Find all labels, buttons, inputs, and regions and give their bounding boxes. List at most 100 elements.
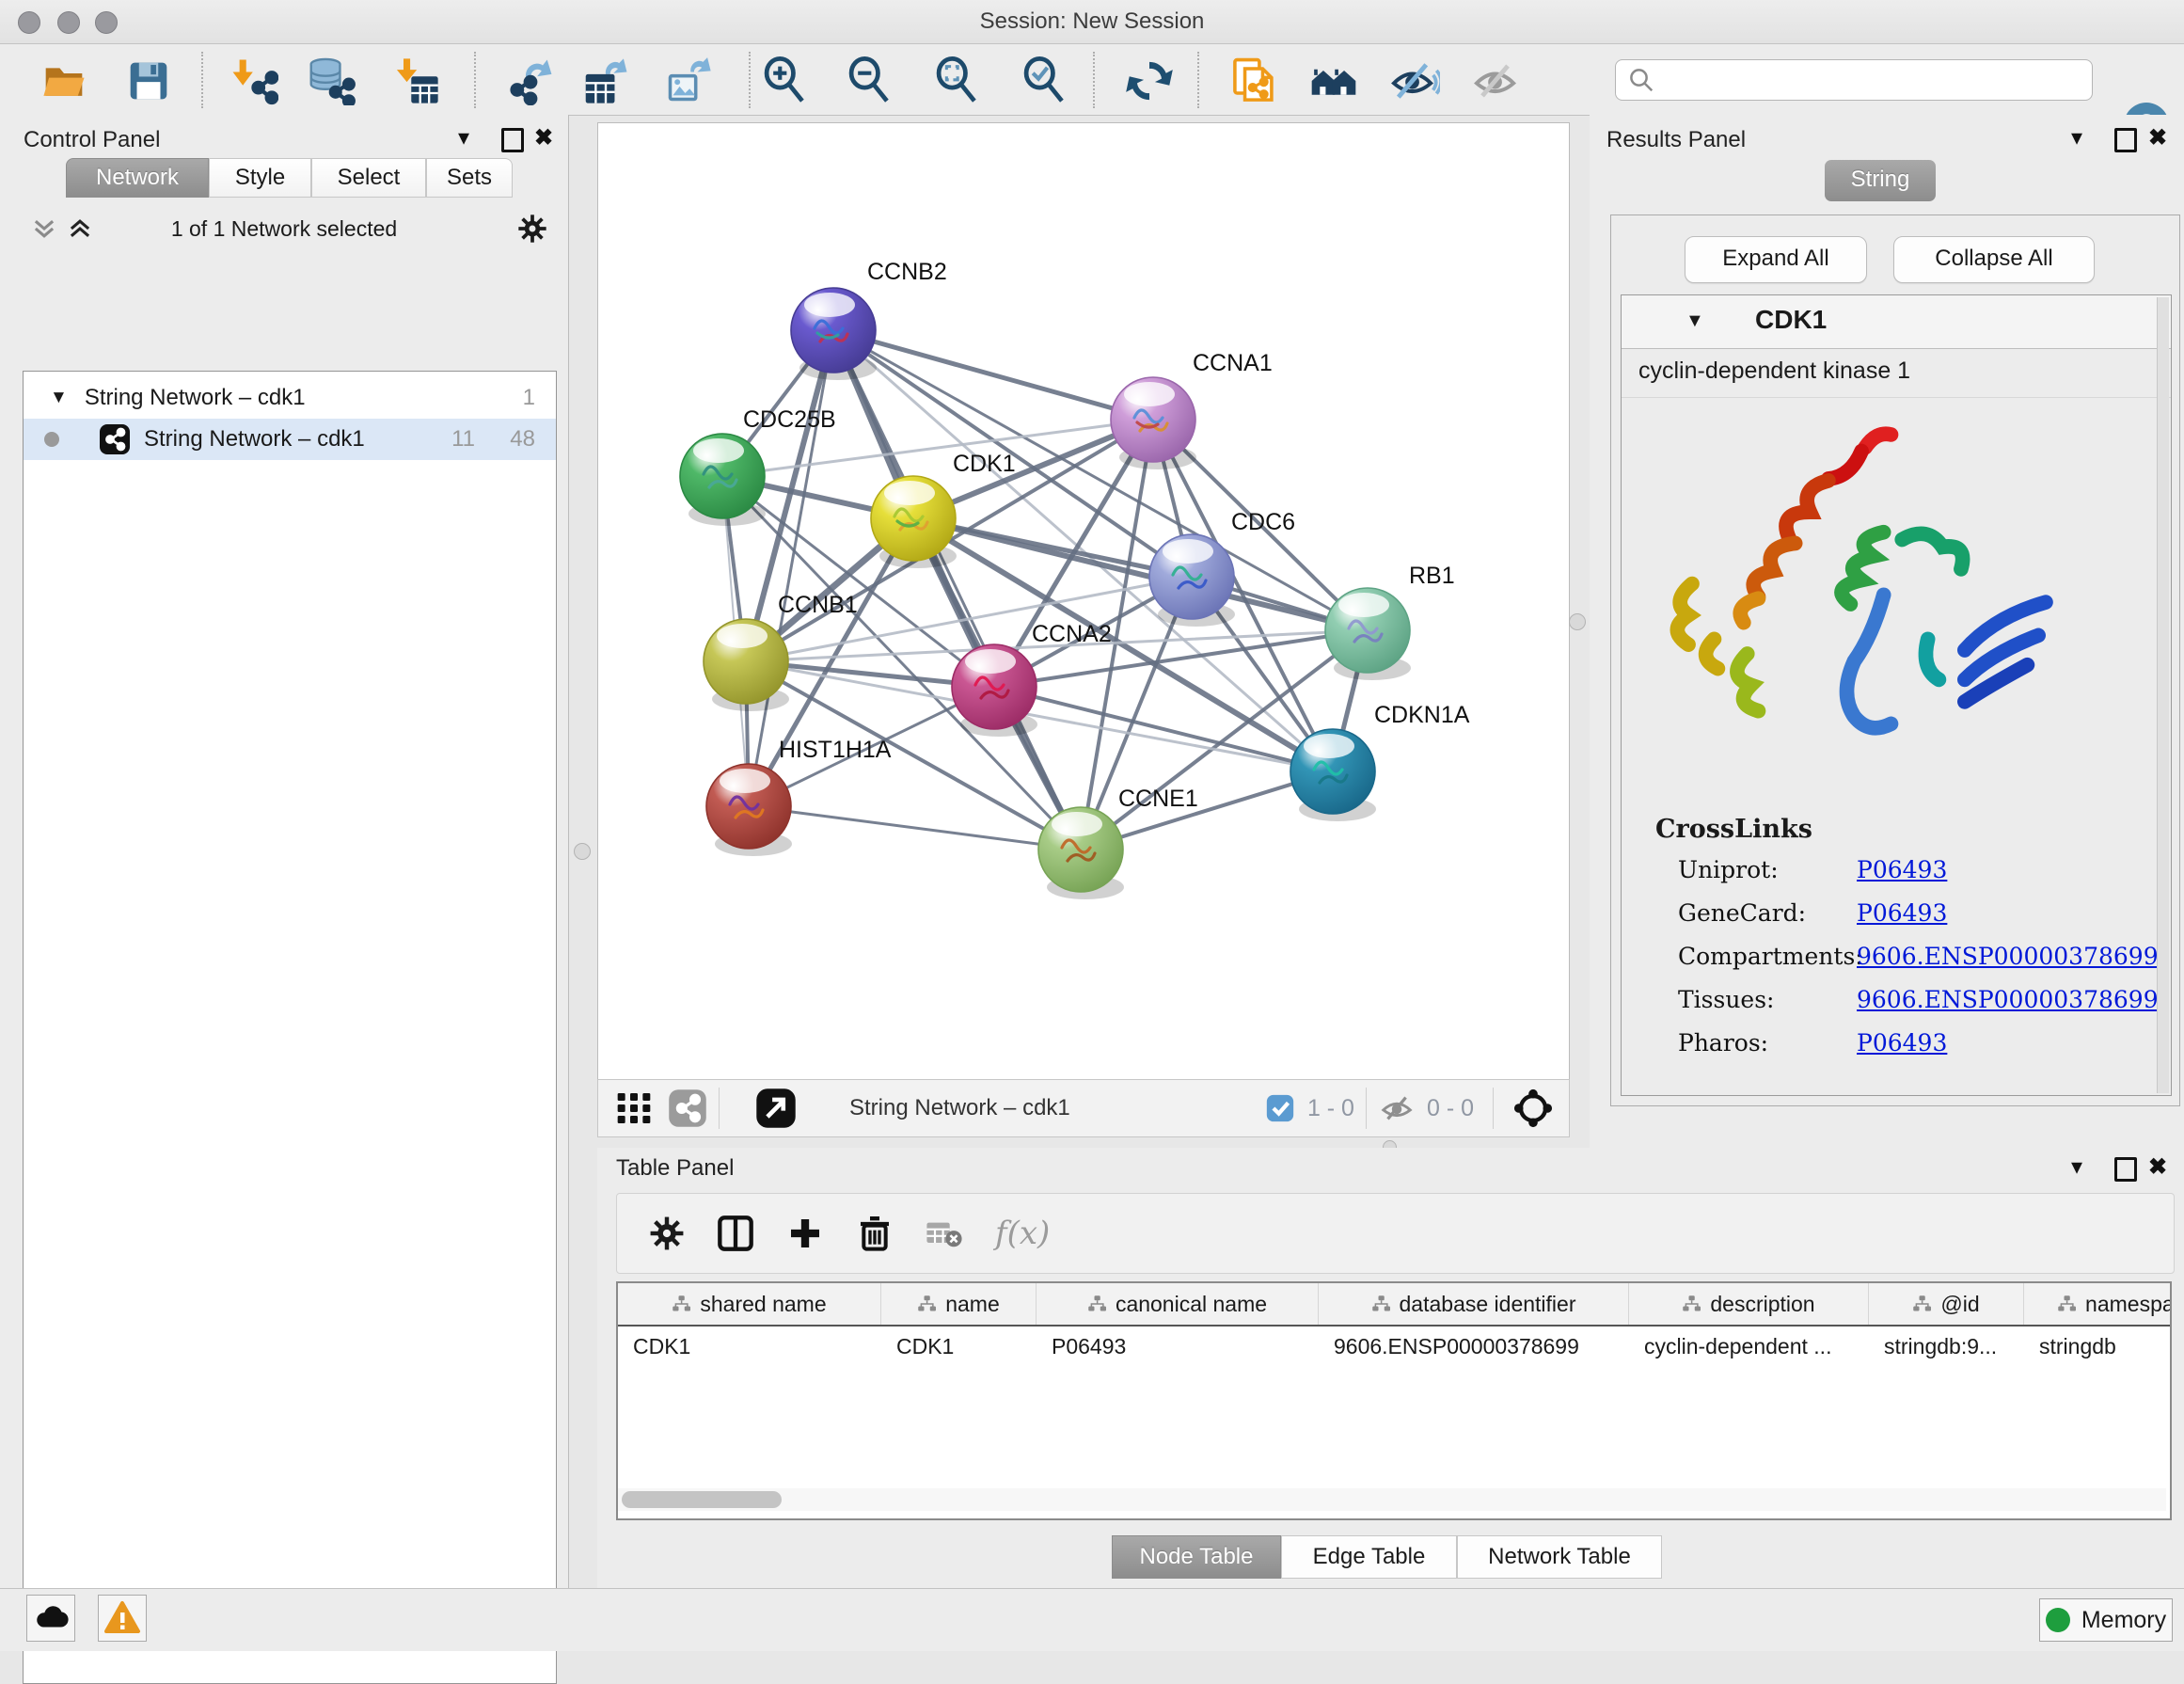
open-session-button[interactable] — [38, 56, 90, 105]
delete-table-button[interactable] — [926, 1215, 963, 1252]
window-title: Session: New Session — [0, 8, 2184, 35]
network-graph[interactable]: CCNB2CCNA1CDC25BCDK1CDC6RB1CCNB1CCNA2CDK… — [598, 123, 1567, 1077]
add-column-button[interactable] — [786, 1215, 824, 1252]
selected-checkbox-icon[interactable] — [1264, 1092, 1296, 1124]
tab-node-table[interactable]: Node Table — [1112, 1535, 1281, 1579]
grid-view-icon[interactable] — [615, 1089, 653, 1127]
columns-icon — [717, 1215, 754, 1252]
save-session-button[interactable] — [122, 56, 175, 105]
node-highlight — [720, 769, 770, 793]
warning-status-button[interactable] — [98, 1595, 147, 1642]
show-all-button[interactable] — [1471, 56, 1524, 105]
crosslink-link[interactable]: P06493 — [1857, 1029, 1947, 1056]
network-edge[interactable] — [749, 806, 1081, 850]
export-table-button[interactable] — [579, 56, 632, 105]
node-highlight — [1163, 539, 1213, 564]
network-overview-button[interactable] — [1307, 56, 1360, 105]
crosslink-link[interactable]: 9606.ENSP00000378699 — [1857, 986, 2159, 1013]
tab-style[interactable]: Style — [209, 158, 311, 198]
string-view-icon[interactable] — [668, 1088, 707, 1128]
node-result-header[interactable]: ▼ CDK1 — [1622, 295, 2171, 349]
node-highlight — [717, 624, 768, 648]
results-panel-close-icon[interactable]: ✖ — [2148, 124, 2167, 151]
table-hscroll-thumb[interactable] — [622, 1491, 782, 1508]
crosslink-link[interactable]: P06493 — [1857, 899, 1947, 927]
network-edge[interactable] — [833, 330, 1153, 420]
column-header[interactable]: name — [881, 1283, 1037, 1325]
table-settings-button[interactable] — [649, 1215, 685, 1251]
table-cell[interactable]: stringdb — [2024, 1327, 2172, 1366]
tab-sets[interactable]: Sets — [426, 158, 513, 198]
tree-expand-arrow[interactable]: ▼ — [50, 388, 68, 408]
table-cell[interactable]: 9606.ENSP00000378699 — [1319, 1327, 1629, 1366]
tree-row-collection[interactable]: ▼ String Network – cdk1 1 — [24, 377, 556, 419]
results-panel-float-icon[interactable] — [2114, 128, 2137, 152]
zoom-out-button[interactable] — [843, 56, 895, 105]
table-cell[interactable]: CDK1 — [618, 1327, 881, 1366]
export-image-button[interactable] — [662, 56, 715, 105]
zoom-fit-button[interactable] — [930, 56, 983, 105]
zoom-selected-button[interactable] — [1018, 56, 1070, 105]
open-in-new-icon[interactable] — [755, 1088, 797, 1129]
control-panel-close-icon[interactable]: ✖ — [534, 124, 553, 151]
tab-network[interactable]: Network — [66, 158, 209, 198]
function-builder-button[interactable]: f(x) — [995, 1215, 1050, 1252]
column-header[interactable]: namespace — [2024, 1283, 2172, 1325]
column-header[interactable]: @id — [1869, 1283, 2024, 1325]
birds-eye-icon[interactable] — [1511, 1086, 1556, 1131]
table-cell[interactable]: P06493 — [1037, 1327, 1319, 1366]
table-cell[interactable]: cyclin-dependent ... — [1629, 1327, 1869, 1366]
search-input[interactable] — [1663, 63, 2092, 97]
network-item-label: String Network – cdk1 — [144, 426, 365, 453]
column-header[interactable]: description — [1629, 1283, 1869, 1325]
cloud-status-button[interactable] — [26, 1595, 75, 1642]
gear-icon[interactable] — [517, 214, 547, 244]
splitter-handle-left[interactable] — [574, 843, 591, 860]
import-network-database-button[interactable] — [305, 56, 357, 105]
clone-network-button[interactable] — [1227, 56, 1280, 105]
plus-icon — [786, 1215, 824, 1252]
delete-column-button[interactable] — [856, 1215, 894, 1252]
results-panel-menu-icon[interactable]: ▾ — [2071, 124, 2082, 151]
import-network-file-button[interactable] — [228, 56, 280, 105]
show-columns-button[interactable] — [717, 1215, 754, 1252]
table-panel-menu-icon[interactable]: ▾ — [2071, 1153, 2082, 1181]
hide-selected-button[interactable] — [1388, 56, 1441, 105]
column-header[interactable]: canonical name — [1037, 1283, 1319, 1325]
column-type-icon — [1087, 1295, 1106, 1313]
column-header[interactable]: database identifier — [1319, 1283, 1629, 1325]
table-panel-float-icon[interactable] — [2114, 1157, 2137, 1182]
collapse-arrow-icon[interactable]: ▼ — [1685, 310, 1704, 332]
import-table-button[interactable] — [389, 56, 442, 105]
table-panel-close-icon[interactable]: ✖ — [2148, 1153, 2167, 1181]
expand-all-button[interactable]: Expand All — [1685, 236, 1867, 283]
network-edge[interactable] — [913, 518, 1368, 630]
results-scrollbar[interactable] — [2157, 297, 2169, 1093]
control-panel-menu-icon[interactable]: ▾ — [458, 124, 469, 151]
memory-button[interactable]: Memory — [2039, 1598, 2173, 1642]
control-panel-float-icon[interactable] — [501, 128, 524, 152]
splitter-handle-right[interactable] — [1569, 613, 1586, 630]
table-cell[interactable]: CDK1 — [881, 1327, 1037, 1366]
table-cell[interactable]: stringdb:9... — [1869, 1327, 2024, 1366]
toolbar-separator — [1493, 1088, 1494, 1129]
window-titlebar: Session: New Session — [0, 0, 2184, 44]
tab-select[interactable]: Select — [311, 158, 426, 198]
collapse-all-button[interactable]: Collapse All — [1893, 236, 2095, 283]
zoom-in-button[interactable] — [758, 56, 811, 105]
apply-layout-button[interactable] — [1123, 56, 1176, 105]
column-header[interactable]: shared name — [618, 1283, 881, 1325]
hidden-eye-icon[interactable] — [1378, 1088, 1417, 1128]
table-row[interactable]: CDK1CDK1P064939606.ENSP00000378699cyclin… — [618, 1327, 2170, 1366]
node-result-section: ▼ CDK1 cyclin-dependent kinase 1 — [1621, 294, 2172, 1096]
tab-edge-table[interactable]: Edge Table — [1281, 1535, 1457, 1579]
crosslink-link[interactable]: 9606.ENSP00000378699 — [1857, 943, 2159, 970]
table-hscrollbar[interactable] — [618, 1488, 2166, 1511]
node-table[interactable]: shared namenamecanonical namedatabase id… — [616, 1281, 2172, 1520]
tab-network-table[interactable]: Network Table — [1457, 1535, 1662, 1579]
network-canvas[interactable]: CCNB2CCNA1CDC25BCDK1CDC6RB1CCNB1CCNA2CDK… — [597, 122, 1570, 1080]
crosslink-link[interactable]: P06493 — [1857, 856, 1947, 883]
tab-string[interactable]: String — [1825, 160, 1936, 201]
tree-row-network[interactable]: String Network – cdk1 11 48 — [24, 419, 556, 460]
export-network-button[interactable] — [504, 56, 557, 105]
